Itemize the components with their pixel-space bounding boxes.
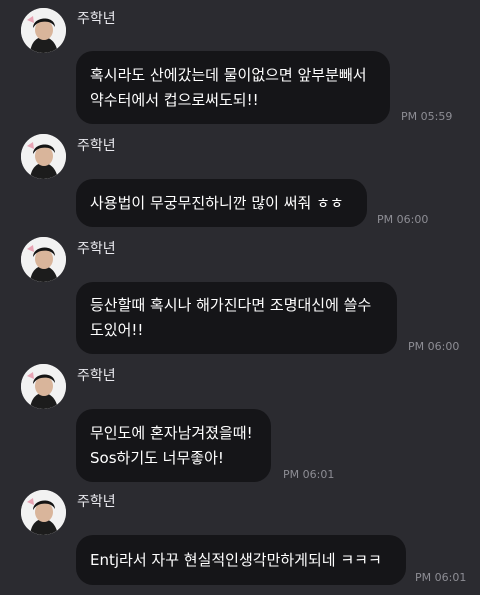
sender-name: 주학년 (77, 368, 116, 384)
avatar[interactable] (21, 8, 66, 53)
avatar[interactable] (21, 490, 66, 535)
profile-photo (21, 237, 66, 282)
sender-name: 주학년 (77, 11, 116, 27)
message-timestamp: PM 06:01 (283, 468, 335, 481)
sender-name: 주학년 (77, 494, 116, 510)
profile-photo (21, 134, 66, 179)
profile-photo (21, 8, 66, 53)
profile-photo (21, 490, 66, 535)
avatar[interactable] (21, 134, 66, 179)
message-bubble[interactable]: 혹시라도 산에갔는데 물이없으면 앞부분빼서 약수터에서 컵으로써도되!! (76, 51, 390, 124)
avatar[interactable] (21, 237, 66, 282)
message-bubble[interactable]: Entj라서 자꾸 현실적인생각만하게되네 ㅋㅋㅋ (76, 535, 406, 585)
message-text: 혹시라도 산에갔는데 물이없으면 앞부분빼서 약수터에서 컵으로써도되!! (90, 65, 367, 109)
message-text: Entj라서 자꾸 현실적인생각만하게되네 ㅋㅋㅋ (90, 550, 382, 569)
message-timestamp: PM 05:59 (401, 110, 453, 123)
avatar[interactable] (21, 364, 66, 409)
message-text: 등산할때 혹시나 해가진다면 조명대신에 쓸수 도있어!! (90, 296, 372, 339)
message-timestamp: PM 06:00 (377, 213, 429, 226)
profile-photo (21, 364, 66, 409)
message-text: 사용법이 무궁무진하니깐 많이 써줘 ㅎㅎ (90, 193, 344, 212)
message-text: 무인도에 혼자남겨졌을때! Sos하기도 너무좋아! (90, 423, 253, 467)
message-bubble[interactable]: 무인도에 혼자남겨졌을때! Sos하기도 너무좋아! (76, 409, 271, 482)
message-timestamp: PM 06:01 (415, 571, 467, 584)
message-bubble[interactable]: 사용법이 무궁무진하니깐 많이 써줘 ㅎㅎ (76, 179, 367, 227)
sender-name: 주학년 (77, 138, 116, 154)
message-bubble[interactable]: 등산할때 혹시나 해가진다면 조명대신에 쓸수 도있어!! (76, 282, 397, 354)
message-timestamp: PM 06:00 (408, 340, 460, 353)
sender-name: 주학년 (77, 241, 116, 257)
